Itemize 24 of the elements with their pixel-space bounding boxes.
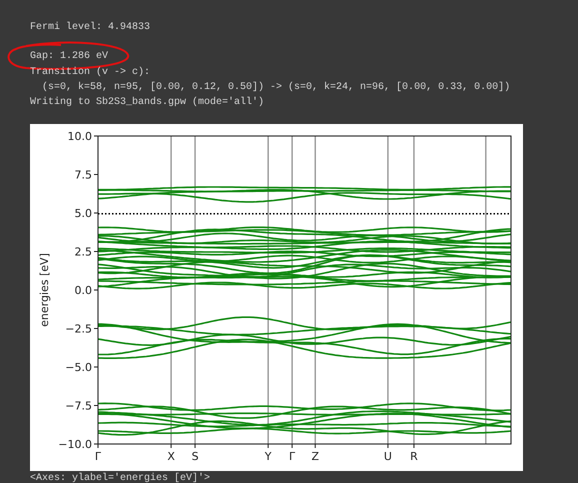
x-tick-label: Y: [264, 450, 272, 463]
y-tick-label: −2.5: [65, 322, 92, 336]
x-tick-label: Γ: [94, 450, 102, 463]
output-text: <Axes: ylabel='energies [eV]'>: [30, 472, 212, 483]
x-tick-label: X: [167, 450, 175, 463]
y-tick-label: −5.0: [65, 360, 92, 374]
x-tick-label: Z: [311, 450, 319, 463]
x-tick-label: U: [384, 450, 392, 463]
x-tick-label: S: [192, 450, 199, 463]
output-text: Gap: 1.286 eV: [30, 51, 108, 62]
output-text: (s=0, k=58, n=95, [0.00, 0.12, 0.50]) -> (s=0, k=24, n=96, [0.00, 0.33, 0.00]): [41, 82, 510, 93]
x-tick-label: Γ: [289, 450, 296, 463]
y-tick-label: 10.0: [68, 130, 92, 143]
y-tick-label: 0.0: [74, 284, 92, 297]
y-tick-label: 2.5: [74, 245, 92, 258]
x-tick-label: R: [410, 450, 418, 463]
y-tick-label: −7.5: [65, 399, 92, 412]
output-text: Transition (v -> c):: [30, 66, 150, 78]
output-text: Fermi level: 4.94833: [30, 22, 150, 33]
y-tick-label: 5.0: [74, 206, 92, 220]
output-text: Writing to Sb2S3_bands.gpw (mode='all'): [30, 97, 264, 108]
y-tick-label: −10.0: [58, 438, 92, 451]
y-tick-label: 7.5: [74, 168, 92, 182]
y-axis-label: energies [eV]: [38, 252, 51, 327]
